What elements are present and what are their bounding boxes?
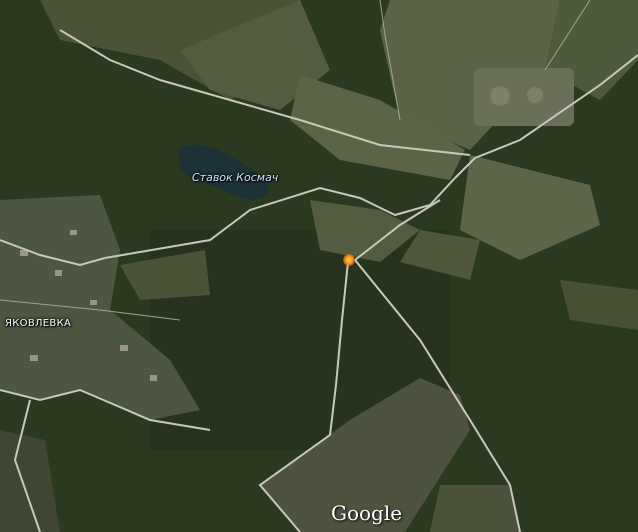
building [55, 270, 62, 276]
building [150, 375, 157, 381]
satellite-map[interactable]: Ставок Космач ЯКОВЛЕВКА Google [0, 0, 638, 532]
compound-area [474, 68, 574, 126]
satellite-terrain [0, 0, 638, 532]
location-marker-icon[interactable] [343, 254, 355, 266]
building [120, 345, 128, 351]
building [90, 300, 97, 305]
pond-label: Ставок Космач [192, 171, 279, 184]
field [430, 485, 520, 532]
building [70, 230, 77, 235]
google-attribution-logo: Google [331, 501, 403, 525]
compound-area [490, 86, 510, 106]
compound-area [527, 87, 543, 103]
building [30, 355, 38, 361]
village-label: ЯКОВЛЕВКА [5, 318, 72, 329]
